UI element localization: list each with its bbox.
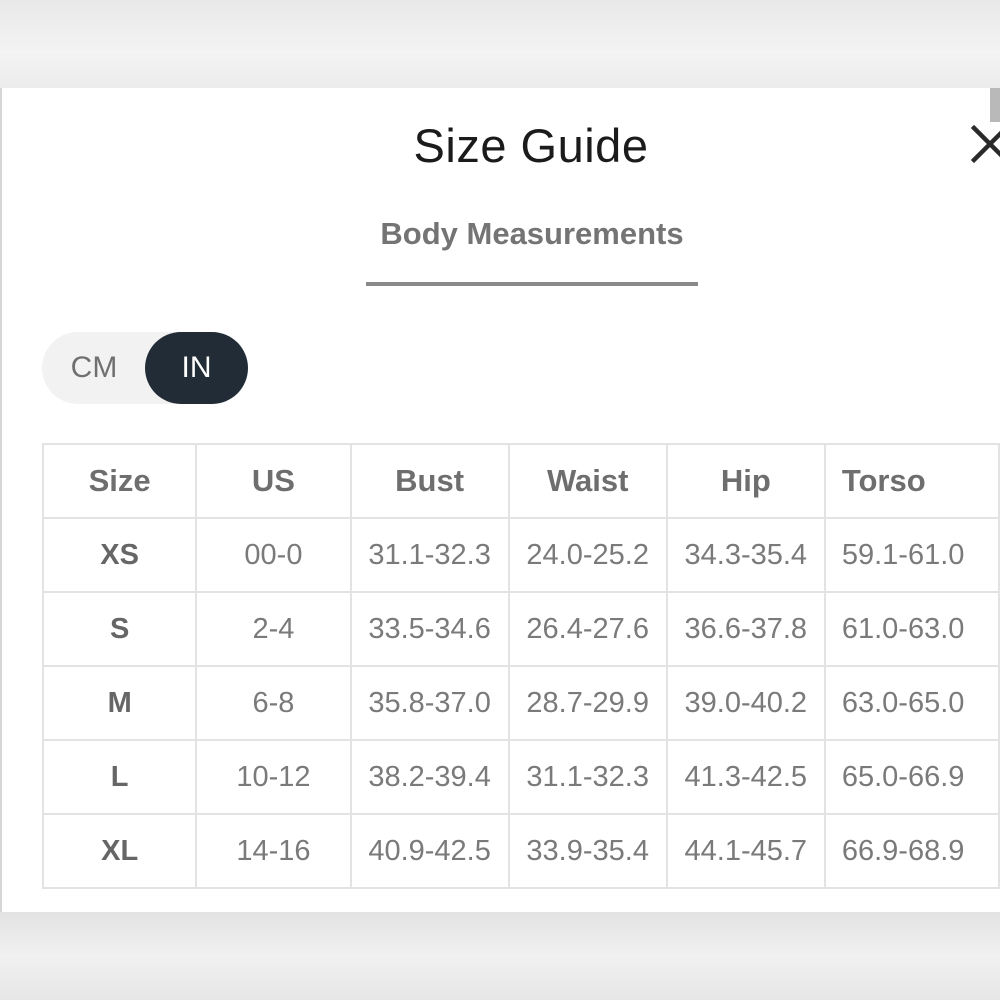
size-cell: M [41, 665, 198, 741]
close-button[interactable] [968, 122, 1000, 166]
tab-bar: Body Measurements [366, 216, 698, 286]
unit-toggle: CM IN [42, 332, 248, 404]
us-cell: 2-4 [195, 591, 352, 667]
scrollbar[interactable] [990, 88, 1000, 122]
us-cell: 00-0 [195, 517, 352, 593]
waist-cell: 31.1-32.3 [507, 739, 668, 815]
hip-cell: 34.3-35.4 [665, 517, 826, 593]
bust-cell: 31.1-32.3 [349, 517, 510, 593]
waist-cell: 24.0-25.2 [507, 517, 668, 593]
backdrop-bottom [0, 912, 1000, 1000]
unit-option-in[interactable]: IN [145, 332, 248, 404]
hip-cell: 44.1-45.7 [665, 813, 826, 889]
size-cell: XL [41, 813, 198, 889]
us-cell: 10-12 [195, 739, 352, 815]
size-cell: L [41, 739, 198, 815]
waist-cell: 33.9-35.4 [507, 813, 668, 889]
table-row: XL 14-16 40.9-42.5 33.9-35.4 44.1-45.7 6… [41, 813, 1000, 889]
table-row: L 10-12 38.2-39.4 31.1-32.3 41.3-42.5 65… [41, 739, 1000, 815]
close-icon [970, 124, 1000, 164]
size-cell: S [41, 591, 198, 667]
column-header-bust: Bust [349, 443, 510, 519]
size-table: Size US Bust Waist Hip Torso XS 00-0 31.… [41, 443, 1000, 889]
hip-cell: 41.3-42.5 [665, 739, 826, 815]
size-guide-modal: Size Guide Body Measurements CM IN Size … [2, 88, 1000, 912]
us-cell: 14-16 [195, 813, 352, 889]
waist-cell: 26.4-27.6 [507, 591, 668, 667]
torso-cell: 66.9-68.9 [823, 813, 1000, 889]
column-header-waist: Waist [507, 443, 668, 519]
table-row: S 2-4 33.5-34.6 26.4-27.6 36.6-37.8 61.0… [41, 591, 1000, 667]
torso-cell: 65.0-66.9 [823, 739, 1000, 815]
hip-cell: 39.0-40.2 [665, 665, 826, 741]
unit-option-cm[interactable]: CM [42, 332, 146, 404]
torso-cell: 63.0-65.0 [823, 665, 1000, 741]
column-header-us: US [195, 443, 352, 519]
size-cell: XS [41, 517, 198, 593]
column-header-size: Size [41, 443, 198, 519]
waist-cell: 28.7-29.9 [507, 665, 668, 741]
table-row: M 6-8 35.8-37.0 28.7-29.9 39.0-40.2 63.0… [41, 665, 1000, 741]
torso-cell: 61.0-63.0 [823, 591, 1000, 667]
modal-title: Size Guide [413, 119, 649, 172]
bust-cell: 35.8-37.0 [349, 665, 510, 741]
backdrop-top [0, 0, 1000, 88]
torso-cell: 59.1-61.0 [823, 517, 1000, 593]
bust-cell: 38.2-39.4 [349, 739, 510, 815]
bust-cell: 40.9-42.5 [349, 813, 510, 889]
tab-body-measurements[interactable]: Body Measurements [366, 216, 698, 286]
column-header-torso: Torso [823, 443, 1000, 519]
us-cell: 6-8 [195, 665, 352, 741]
table-row: XS 00-0 31.1-32.3 24.0-25.2 34.3-35.4 59… [41, 517, 1000, 593]
bust-cell: 33.5-34.6 [349, 591, 510, 667]
table-header-row: Size US Bust Waist Hip Torso [41, 443, 1000, 519]
hip-cell: 36.6-37.8 [665, 591, 826, 667]
column-header-hip: Hip [665, 443, 826, 519]
